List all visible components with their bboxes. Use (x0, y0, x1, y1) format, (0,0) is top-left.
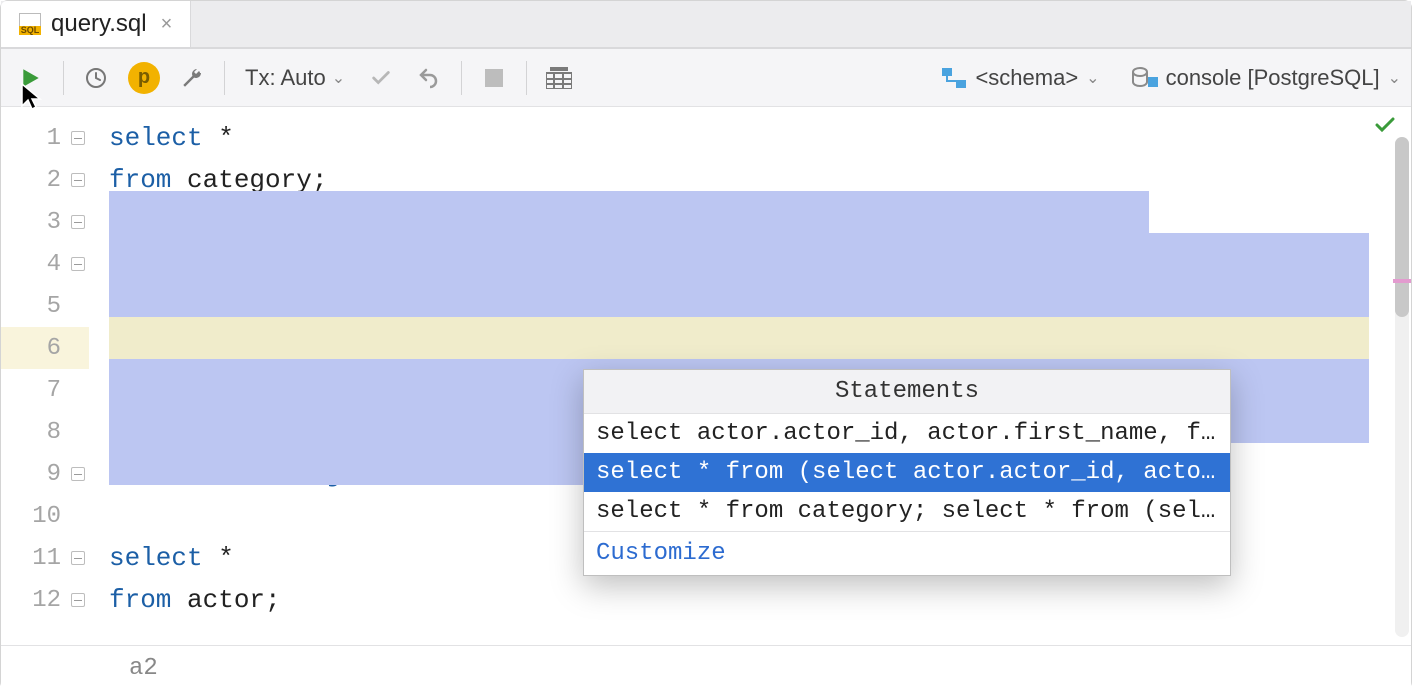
line-number: 6 (1, 327, 89, 369)
breadcrumb-text: a2 (129, 655, 158, 682)
code-line: select * (109, 117, 1411, 159)
fold-icon[interactable] (71, 593, 85, 607)
line-number: 7 (1, 369, 89, 411)
wrench-icon[interactable] (172, 58, 212, 98)
popup-item[interactable]: select * from (select actor.actor_id, ac… (584, 453, 1230, 492)
code-area[interactable]: select * from category; select * from (s… (89, 107, 1411, 690)
toolbar-separator (461, 61, 462, 95)
chevron-down-icon: ⌄ (1086, 68, 1099, 88)
scrollbar-thumb[interactable] (1395, 137, 1409, 317)
line-number: 8 (1, 411, 89, 453)
chevron-down-icon: ⌄ (332, 68, 345, 88)
statements-popup: Statements select actor.actor_id, actor.… (583, 369, 1231, 576)
tx-mode-dropdown[interactable]: Tx: Auto ⌄ (237, 65, 353, 91)
fold-icon[interactable] (71, 173, 85, 187)
inspection-ok-icon[interactable] (1373, 113, 1397, 137)
schema-icon (941, 66, 967, 90)
line-number: 2 (1, 159, 89, 201)
chevron-down-icon: ⌄ (1388, 68, 1401, 88)
code-line: from actor; (109, 579, 1411, 621)
fold-icon[interactable] (71, 215, 85, 229)
toolbar-separator (224, 61, 225, 95)
code-editor[interactable]: 1 2 3 4 5 6 7 8 9 10 11 12 select * from… (1, 107, 1411, 690)
breadcrumb-bar: a2 (1, 645, 1411, 690)
editor-toolbar: p Tx: Auto ⌄ <schema> ⌄ console [Postgre… (1, 49, 1411, 107)
fold-icon[interactable] (71, 467, 85, 481)
tx-label: Tx: Auto (245, 65, 326, 91)
stop-icon[interactable] (474, 58, 514, 98)
line-number: 12 (1, 579, 89, 621)
schema-label: <schema> (975, 65, 1078, 91)
console-label: console [PostgreSQL] (1166, 65, 1380, 91)
toolbar-separator (526, 61, 527, 95)
line-number: 10 (1, 495, 89, 537)
line-number: 11 (1, 537, 89, 579)
line-number: 5 (1, 285, 89, 327)
data-grid-icon[interactable] (539, 58, 579, 98)
p-badge[interactable]: p (124, 58, 164, 98)
fold-icon[interactable] (71, 131, 85, 145)
console-dropdown[interactable]: console [PostgreSQL] ⌄ (1132, 65, 1401, 91)
datasource-icon (1132, 67, 1158, 89)
commit-icon[interactable] (361, 58, 401, 98)
toolbar-separator (63, 61, 64, 95)
line-number: 4 (1, 243, 89, 285)
fold-icon[interactable] (71, 257, 85, 271)
fold-icon[interactable] (71, 551, 85, 565)
tab-bar: SQL query.sql × (1, 1, 1411, 49)
history-icon[interactable] (76, 58, 116, 98)
close-tab-icon[interactable]: × (161, 13, 173, 36)
schema-dropdown[interactable]: <schema> ⌄ (941, 65, 1099, 91)
file-tab[interactable]: SQL query.sql × (1, 1, 191, 47)
popup-item[interactable]: select actor.actor_id, actor.first_name,… (584, 414, 1230, 453)
line-number: 3 (1, 201, 89, 243)
line-gutter: 1 2 3 4 5 6 7 8 9 10 11 12 (1, 107, 89, 690)
sql-file-icon: SQL (19, 13, 41, 35)
line-number: 1 (1, 117, 89, 159)
popup-title: Statements (584, 370, 1230, 414)
run-button[interactable] (11, 58, 51, 98)
popup-item[interactable]: select * from category; select * from (s… (584, 492, 1230, 531)
line-number: 9 (1, 453, 89, 495)
rollback-icon[interactable] (409, 58, 449, 98)
popup-customize-link[interactable]: Customize (584, 531, 1230, 575)
tab-filename: query.sql (51, 10, 147, 38)
error-stripe-marker[interactable] (1393, 279, 1411, 283)
